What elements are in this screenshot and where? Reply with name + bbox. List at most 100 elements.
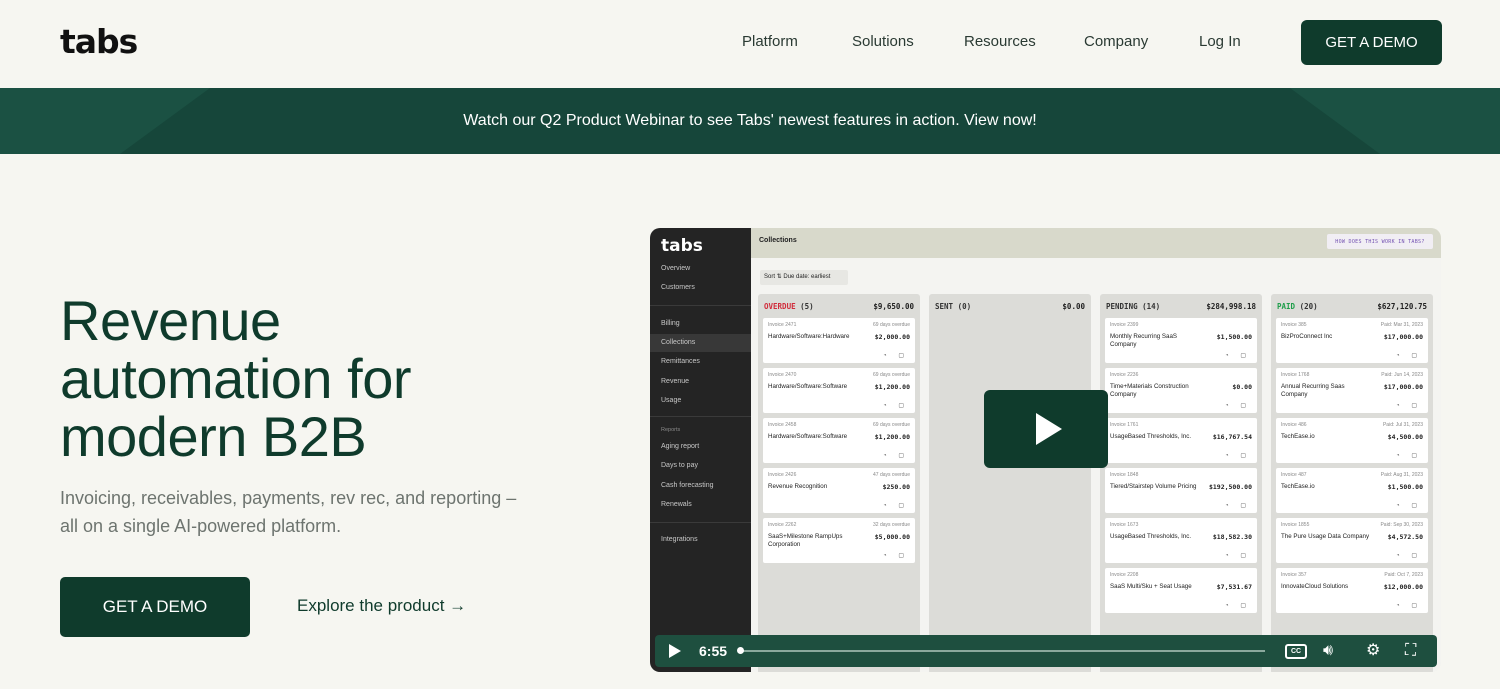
invoice-amount: $4,572.50 — [1387, 533, 1423, 541]
invoice-number: Invoice 1848 — [1110, 472, 1139, 478]
invoice-number: Invoice 1768 — [1281, 372, 1310, 378]
app-sidebar-item: Renewals — [661, 501, 692, 508]
invoice-customer: Tiered/Stairstep Volume Pricing — [1110, 483, 1197, 490]
app-sidebar-item: Collections — [661, 339, 696, 346]
invoice-card: Invoice 2458 69 days overdue Hardware/Soft… — [763, 418, 915, 463]
invoice-card: Invoice 1855 Paid: Sep 30, 2023 The Pure U… — [1276, 518, 1428, 563]
invoice-customer: TechEase.io — [1281, 433, 1315, 440]
nav-link-solutions[interactable]: Solutions — [852, 33, 914, 50]
column-count: (0) — [953, 302, 972, 311]
invoice-card: Invoice 1673 UsageBased Thresholds, Inc. $… — [1105, 518, 1257, 563]
invoice-card: Invoice 2426 47 days overdue Revenue Recog… — [763, 468, 915, 513]
card-action-icons: ◔ ▢ — [1396, 603, 1422, 609]
app-page-title: Collections — [759, 237, 797, 244]
kanban-column: PENDING (14) $284,998.18 Invoice 2399 Month… — [1100, 294, 1262, 672]
card-action-icons: ◔ ▢ — [883, 403, 909, 409]
invoice-customer: SaaS Multi/Sku + Seat Usage — [1110, 583, 1192, 590]
invoice-status: Paid: Jun 14, 2023 — [1381, 372, 1423, 378]
invoice-amount: $4,500.00 — [1387, 433, 1423, 441]
invoice-card: Invoice 2471 69 days overdue Hardware/Soft… — [763, 318, 915, 363]
card-action-icons: ◔ ▢ — [1396, 453, 1422, 459]
nav-link-resources[interactable]: Resources — [964, 33, 1036, 50]
app-sidebar-divider — [650, 305, 751, 306]
play-button[interactable] — [984, 390, 1108, 468]
invoice-amount: $5,000.00 — [874, 533, 910, 541]
captions-button[interactable]: CC — [1285, 644, 1307, 659]
column-total: $627,120.75 — [1377, 302, 1427, 311]
card-action-icons: ◔ ▢ — [883, 353, 909, 359]
invoice-status: 69 days overdue — [873, 372, 910, 378]
invoice-customer: Annual Recurring Saas Company — [1281, 383, 1345, 398]
app-sidebar-item: Cash forecasting — [661, 482, 714, 489]
invoice-amount: $250.00 — [882, 483, 910, 491]
kanban-column: SENT (0) $0.00 — [929, 294, 1091, 672]
app-sidebar-item: Usage — [661, 397, 682, 404]
column-status: SENT — [935, 302, 954, 311]
app-sidebar-divider — [650, 522, 751, 523]
product-video[interactable]: Collections HOW DOES THIS WORK IN TABS? … — [650, 228, 1441, 672]
invoice-number: Invoice 2262 — [768, 522, 797, 528]
column-status: OVERDUE — [764, 302, 796, 311]
card-action-icons: ◔ ▢ — [1396, 353, 1422, 359]
video-time: 6:55 — [699, 643, 728, 659]
settings-gear-icon[interactable]: ⚙︎ — [1366, 641, 1380, 661]
invoice-status: Paid: Sep 30, 2023 — [1380, 522, 1423, 528]
play-icon[interactable] — [669, 644, 681, 658]
fullscreen-icon[interactable]: ⛶ — [1405, 641, 1416, 661]
invoice-customer: Time+Materials Construction Company — [1110, 383, 1189, 398]
banner-text[interactable]: Watch our Q2 Product Webinar to see Tabs… — [463, 112, 1036, 130]
webinar-banner[interactable]: Watch our Q2 Product Webinar to see Tabs… — [0, 88, 1500, 154]
invoice-number: Invoice 486 — [1281, 422, 1307, 428]
video-progress-track[interactable] — [743, 650, 1265, 652]
invoice-card: Invoice 2399 Monthly Recurring SaaS Compa… — [1105, 318, 1257, 363]
invoice-card: Invoice 487 Paid: Aug 31, 2023 TechEase.io… — [1276, 468, 1428, 513]
column-count: (14) — [1137, 302, 1161, 311]
invoice-status: 32 days overdue — [873, 522, 910, 528]
hero-get-demo-button[interactable]: GET A DEMO — [60, 577, 250, 637]
invoice-amount: $0.00 — [1232, 383, 1252, 391]
invoice-card: Invoice 2208 SaaS Multi/Sku + Seat Usage $… — [1105, 568, 1257, 613]
nav-link-company[interactable]: Company — [1084, 33, 1148, 50]
app-logo: tabs — [661, 236, 703, 256]
banner-decoration — [0, 88, 210, 154]
nav-link-login[interactable]: Log In — [1199, 33, 1241, 50]
sort-chip: Sort ⇅ Due date: earliest — [760, 270, 848, 285]
card-action-icons: ◔ ▢ — [883, 453, 909, 459]
column-status: PENDING — [1106, 302, 1138, 311]
invoice-customer: The Pure Usage Data Company — [1281, 533, 1370, 540]
tabs-logo[interactable]: tabs — [60, 22, 138, 61]
invoice-customer: Hardware/Software:Hardware — [768, 333, 850, 340]
invoice-status: 47 days overdue — [873, 472, 910, 478]
card-action-icons: ◔ ▢ — [1396, 503, 1422, 509]
nav-get-demo-button[interactable]: GET A DEMO — [1301, 20, 1442, 65]
invoice-customer: UsageBased Thresholds, Inc. — [1110, 433, 1192, 440]
app-sidebar-item: Aging report — [661, 443, 700, 450]
nav-link-platform[interactable]: Platform — [742, 33, 798, 50]
invoice-amount: $1,200.00 — [874, 383, 910, 391]
hero-title: Revenue automation for modern B2B — [60, 289, 411, 468]
invoice-amount: $7,531.67 — [1216, 583, 1252, 591]
card-action-icons: ◔ ▢ — [1225, 453, 1251, 459]
card-action-icons: ◔ ▢ — [883, 553, 909, 559]
invoice-number: Invoice 2426 — [768, 472, 797, 478]
invoice-customer: UsageBased Thresholds, Inc. — [1110, 533, 1192, 540]
invoice-status: Paid: Aug 31, 2023 — [1380, 472, 1423, 478]
invoice-customer: Hardware/Software:Software — [768, 433, 848, 440]
invoice-amount: $17,000.00 — [1383, 383, 1423, 391]
explore-product-link[interactable]: Explore the product → — [297, 596, 466, 616]
invoice-amount: $12,000.00 — [1383, 583, 1423, 591]
app-sidebar-item: Revenue — [661, 378, 690, 385]
invoice-card: Invoice 1768 Paid: Jun 14, 2023 Annual Rec… — [1276, 368, 1428, 413]
invoice-amount: $1,500.00 — [1387, 483, 1423, 491]
volume-icon[interactable]: 🔊︎ — [1323, 641, 1333, 661]
top-nav: tabs Platform Solutions Resources Compan… — [0, 0, 1500, 88]
card-action-icons: ◔ ▢ — [1225, 553, 1251, 559]
kanban-column: OVERDUE (5) $9,650.00 Invoice 2471 69 days … — [758, 294, 920, 672]
invoice-status: Paid: Jul 31, 2023 — [1382, 422, 1423, 428]
invoice-amount: $17,000.00 — [1383, 333, 1423, 341]
invoice-customer: Hardware/Software:Software — [768, 383, 848, 390]
invoice-customer: TechEase.io — [1281, 483, 1315, 490]
video-progress-knob[interactable] — [737, 647, 744, 654]
invoice-customer: Monthly Recurring SaaS Company — [1110, 333, 1178, 348]
hero-subtitle: Invoicing, receivables, payments, rev re… — [60, 488, 517, 536]
